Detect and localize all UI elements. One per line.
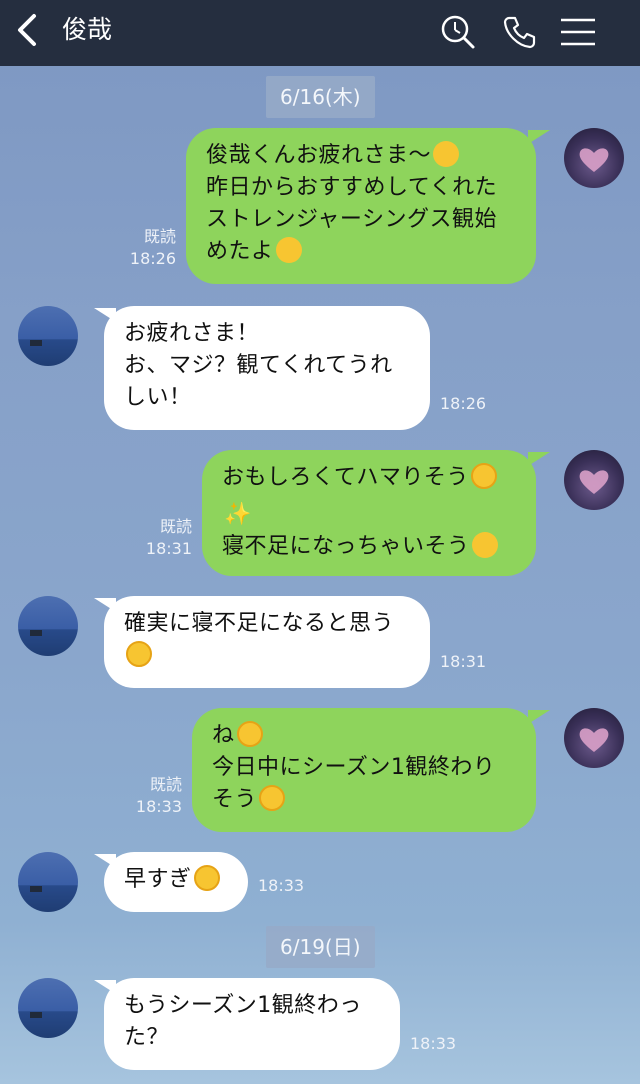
- chat-title: 俊哉: [62, 15, 113, 44]
- message-time: 18:26: [440, 394, 487, 413]
- hand-over-mouth-icon: [275, 237, 302, 263]
- tears-of-joy-icon: [259, 785, 286, 811]
- rolling-laughing-icon: [193, 865, 220, 891]
- message-bubble-received[interactable]: お疲れさま！ お、マジ？観てくれてうれ しい！: [104, 306, 430, 430]
- chat-header: 俊哉: [0, 0, 640, 66]
- message-time: 18:26: [129, 249, 176, 268]
- rolling-laughing-icon: [470, 463, 497, 489]
- message-time: 18:31: [145, 539, 192, 558]
- back-chevron-icon[interactable]: [10, 10, 44, 50]
- message-time: 18:33: [135, 797, 182, 816]
- message-bubble-sent[interactable]: ね 今日中にシーズン1観終わり そう: [192, 708, 536, 832]
- tears-of-joy-icon: [236, 721, 263, 747]
- message-time: 18:31: [440, 652, 487, 671]
- message-bubble-received[interactable]: 早すぎ: [104, 852, 248, 912]
- message-bubble-received[interactable]: 確実に寝不足になると思う: [104, 596, 430, 688]
- message-meta: 既読 18:26: [120, 226, 176, 270]
- my-avatar[interactable]: [564, 128, 624, 188]
- message-bubble-sent[interactable]: 俊哉くんお疲れさま〜 昨日からおすすめしてくれた ストレンジャーシングス観始 め…: [186, 128, 536, 284]
- smiling-face-icon: [433, 141, 460, 167]
- date-separator: 6/19(日): [266, 926, 375, 968]
- read-receipt: 既読: [149, 775, 182, 794]
- message-bubble-received[interactable]: もうシーズン1観終わっ た？: [104, 978, 400, 1070]
- my-avatar[interactable]: [564, 450, 624, 510]
- message-bubble-sent[interactable]: おもしろくてハマりそう ✨ 寝不足になっちゃいそう: [202, 450, 536, 576]
- tears-of-joy-icon: [126, 641, 152, 667]
- message-meta: 既読 18:31: [136, 516, 192, 560]
- read-receipt: 既読: [143, 227, 176, 246]
- my-avatar[interactable]: [564, 708, 624, 768]
- phone-icon[interactable]: [500, 12, 540, 52]
- read-receipt: 既読: [159, 517, 192, 536]
- contact-avatar[interactable]: [18, 596, 78, 656]
- message-time: 18:33: [410, 1034, 457, 1053]
- contact-avatar[interactable]: [18, 306, 78, 366]
- contact-avatar[interactable]: [18, 978, 78, 1038]
- message-time: 18:33: [258, 876, 305, 895]
- message-meta: 既読 18:33: [124, 774, 182, 818]
- sparkles-icon: ✨: [224, 502, 252, 527]
- date-separator: 6/16(木): [266, 76, 375, 118]
- search-icon[interactable]: [438, 12, 478, 52]
- hand-over-mouth-icon: [471, 532, 498, 558]
- contact-avatar[interactable]: [18, 852, 78, 912]
- menu-icon[interactable]: [558, 12, 598, 52]
